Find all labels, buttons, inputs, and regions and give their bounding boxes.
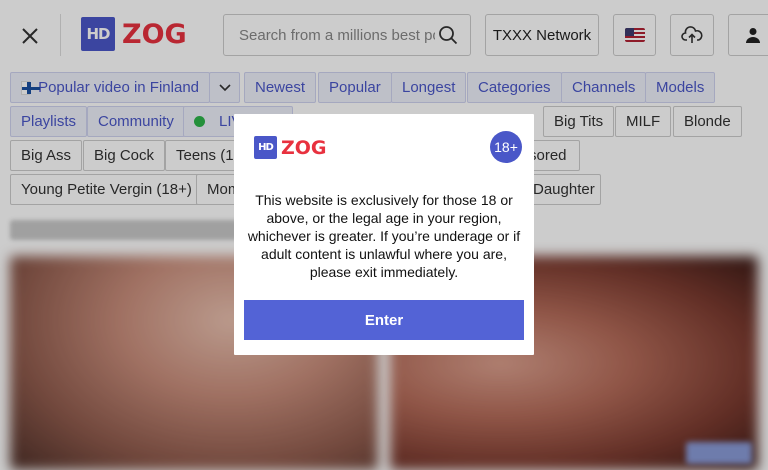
age-verification-dialog: HD ZOG 18+ This website is exclusively f…: [234, 114, 534, 355]
age-18-badge: 18+: [490, 131, 522, 163]
logo-wordmark: ZOG: [281, 136, 327, 159]
dialog-logo: HD ZOG: [254, 136, 327, 159]
enter-button[interactable]: Enter: [244, 300, 524, 340]
logo-hd-mark: HD: [254, 136, 277, 159]
age-warning-message: This website is exclusively for those 18…: [247, 192, 521, 280]
